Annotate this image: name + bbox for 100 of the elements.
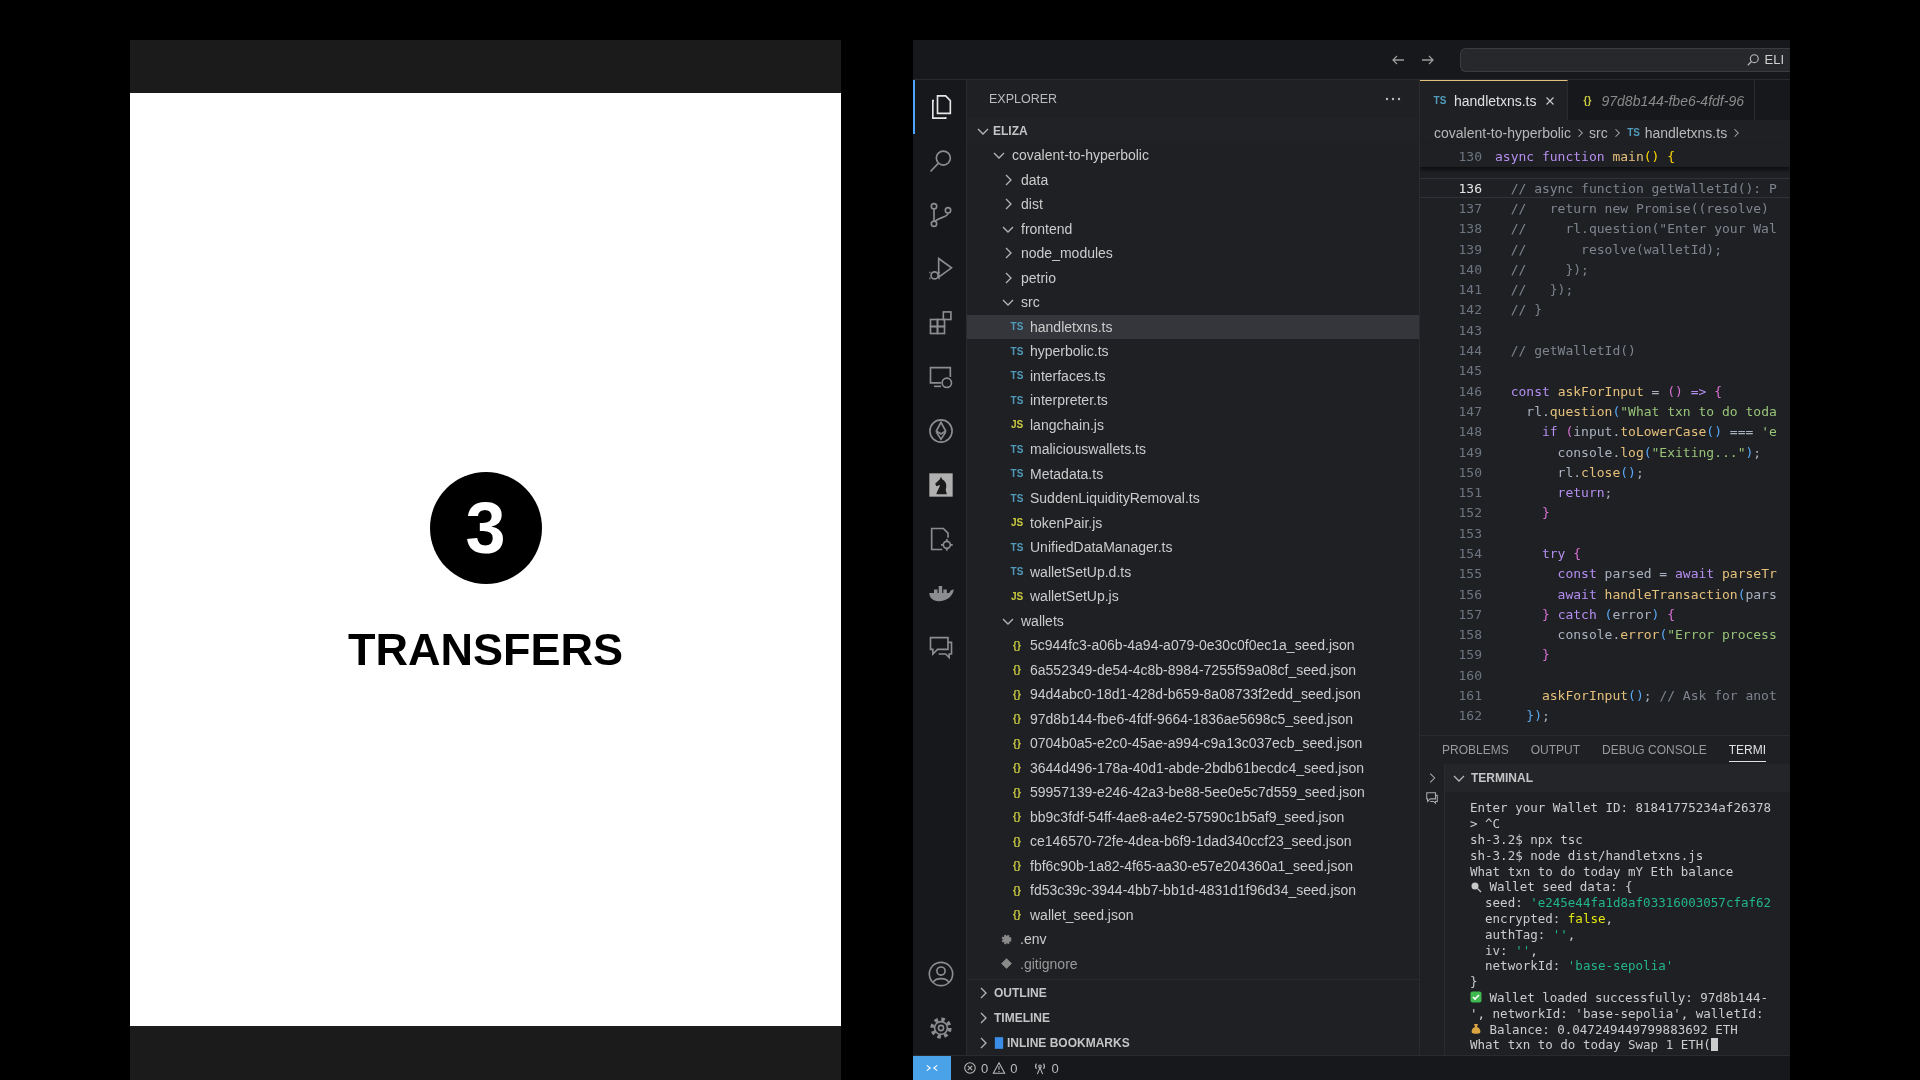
folder-item[interactable]: dist bbox=[967, 192, 1419, 217]
file-item[interactable]: TS interpreter.ts bbox=[967, 388, 1419, 413]
code-line: // }); bbox=[1509, 282, 1574, 298]
file-type-icon: {} bbox=[1009, 762, 1025, 774]
breadcrumb-item[interactable]: covalent-to-hyperbolic bbox=[1434, 124, 1571, 141]
terminal-line: Enter your Wallet ID: 81841775234af26378 bbox=[1470, 800, 1772, 816]
file-type-icon: {} bbox=[1009, 811, 1025, 823]
file-item[interactable]: {} 97d8b144-fbe6-4fdf-9664-1836ae5698c5_seed.json bbox=[967, 706, 1419, 731]
file-type-icon: {} bbox=[1009, 860, 1025, 872]
more-icon[interactable] bbox=[1385, 97, 1401, 101]
file-type-icon: TS bbox=[1009, 321, 1025, 333]
file-item[interactable]: {} 5c944fc3-a06b-4a94-a079-0e30c0f0ec1a_seed.json bbox=[967, 633, 1419, 658]
editor-tab[interactable]: TS handletxns.ts bbox=[1420, 80, 1568, 120]
diamond-circle-icon[interactable] bbox=[926, 417, 955, 445]
file-item[interactable]: {} 3644d496-178a-40d1-abde-2bdb61becdc4_seed.json bbox=[967, 755, 1419, 780]
file-item[interactable]: TS UnifiedDataManager.ts bbox=[967, 535, 1419, 560]
section-header[interactable]: INLINE BOOKMARKS bbox=[967, 1030, 1419, 1055]
file-item[interactable]: {} fd53c39c-3944-4bb7-bb1d-4831d1f96d34_seed.json bbox=[967, 878, 1419, 903]
file-type-icon: TS bbox=[1009, 468, 1025, 480]
search-field[interactable]: ELI bbox=[1460, 47, 1790, 72]
file-item[interactable]: TS hyperbolic.ts bbox=[967, 339, 1419, 364]
code-line: // resolve(walletId); bbox=[1509, 241, 1722, 257]
step-number: 3 bbox=[429, 472, 542, 584]
warning-count[interactable]: 0 bbox=[1010, 1060, 1018, 1076]
file-item[interactable]: {} 59957139-e246-42a3-be88-5ee0e5c7d559_seed.json bbox=[967, 780, 1419, 805]
file-item[interactable]: {} 94d4abc0-18d1-428d-b659-8a08733f2edd_seed.json bbox=[967, 682, 1419, 707]
folder-item[interactable]: src bbox=[967, 290, 1419, 315]
folder-item[interactable]: node_modules bbox=[967, 241, 1419, 266]
folder-item[interactable]: frontend bbox=[967, 216, 1419, 241]
folder-item[interactable]: wallets bbox=[967, 608, 1419, 633]
section-header[interactable]: TIMELINE bbox=[967, 1005, 1419, 1030]
error-icon[interactable] bbox=[963, 1061, 977, 1075]
file-type-icon: TS bbox=[1009, 492, 1025, 504]
breadcrumb-item[interactable]: src bbox=[1588, 124, 1608, 141]
terminal-line: ', networkId: 'base-sepolia', walletId: bbox=[1470, 1005, 1764, 1021]
terminal-line: What txn to do today Swap 1 ETH( bbox=[1470, 1037, 1711, 1053]
file-item[interactable]: {} bb9c3fdf-54ff-4ae8-a4e2-57590c1b5af9_seed.json bbox=[967, 804, 1419, 829]
line-number: 153 bbox=[1457, 525, 1483, 541]
antenna-icon[interactable] bbox=[1033, 1061, 1048, 1075]
file-item[interactable]: {} 6a552349-de54-4c8b-8984-7255f59a08cf_seed.json bbox=[967, 657, 1419, 682]
explorer-title: EXPLORER bbox=[989, 92, 1058, 106]
breadcrumb-item[interactable]: handletxns.ts bbox=[1644, 124, 1728, 141]
gear-icon bbox=[1000, 932, 1013, 946]
file-type-icon: TS bbox=[1009, 541, 1025, 553]
panel-tab[interactable]: PROBLEMS bbox=[1442, 738, 1509, 762]
editor-tab[interactable]: {} 97d8b144-fbe6-4fdf-96 bbox=[1567, 80, 1755, 120]
section-header[interactable]: OUTLINE bbox=[967, 980, 1419, 1005]
file-type-icon: TS bbox=[1009, 566, 1025, 578]
account-icon[interactable] bbox=[926, 960, 955, 988]
file-type-icon: TS bbox=[1009, 394, 1025, 406]
file-item[interactable]: .env bbox=[967, 927, 1419, 952]
panel-tab[interactable]: DEBUG CONSOLE bbox=[1602, 738, 1707, 762]
code-line: await handleTransaction(pars bbox=[1556, 586, 1777, 602]
code-line: // }); bbox=[1509, 261, 1589, 277]
folder-item[interactable]: petrio bbox=[967, 265, 1419, 290]
line-number: 150 bbox=[1457, 464, 1483, 480]
terminal-header[interactable]: TERMINAL bbox=[1445, 764, 1790, 792]
file-item[interactable]: JS langchain.js bbox=[967, 412, 1419, 437]
folder-item[interactable]: data bbox=[967, 167, 1419, 192]
file-item[interactable]: TS maliciouswallets.ts bbox=[967, 437, 1419, 462]
panel-tab[interactable]: OUTPUT bbox=[1530, 738, 1581, 762]
code-line: const parsed = await parseTr bbox=[1556, 566, 1777, 582]
file-item[interactable]: TS Metadata.ts bbox=[967, 461, 1419, 486]
line-number: 161 bbox=[1457, 688, 1483, 704]
code-line: }); bbox=[1525, 708, 1550, 724]
terminal-line: } bbox=[1470, 974, 1478, 990]
chat-icon[interactable] bbox=[1425, 791, 1439, 805]
file-type-icon: JS bbox=[1009, 517, 1025, 529]
file-type-icon: {} bbox=[1009, 639, 1025, 651]
file-item[interactable]: {} wallet_seed.json bbox=[967, 902, 1419, 927]
line-number: 157 bbox=[1457, 606, 1483, 622]
file-item[interactable]: .gitignore bbox=[967, 951, 1419, 976]
line-number: 142 bbox=[1457, 302, 1483, 318]
line-number: 139 bbox=[1457, 241, 1483, 257]
warning-icon[interactable] bbox=[992, 1061, 1007, 1075]
folder-item[interactable]: covalent-to-hyperbolic bbox=[967, 143, 1419, 168]
file-item[interactable]: JS walletSetUp.js bbox=[967, 584, 1419, 609]
file-item[interactable]: {} 0704b0a5-e2c0-45ae-a994-c9a13c037ecb_seed.json bbox=[967, 731, 1419, 756]
terminal-line: iv: '', bbox=[1484, 942, 1538, 958]
file-item[interactable]: TS interfaces.ts bbox=[967, 363, 1419, 388]
panel-tab[interactable]: TERMI bbox=[1728, 738, 1767, 762]
error-count[interactable]: 0 bbox=[981, 1060, 989, 1076]
file-item[interactable]: TS handletxns.ts bbox=[967, 314, 1419, 339]
search-icon bbox=[1746, 52, 1761, 67]
ports-count[interactable]: 0 bbox=[1051, 1060, 1059, 1076]
magnifier-icon bbox=[1470, 880, 1482, 893]
file-item[interactable]: {} ce146570-72fe-4dea-b6f9-1dad340ccf23_seed.json bbox=[967, 829, 1419, 854]
file-type-icon: {} bbox=[1009, 664, 1025, 676]
file-item[interactable]: JS tokenPair.js bbox=[967, 510, 1419, 535]
file-type-icon: {} bbox=[1009, 835, 1025, 847]
chess-knight-icon[interactable] bbox=[926, 471, 955, 499]
code-line: const askForInput = () => { bbox=[1509, 383, 1722, 399]
diamond-icon bbox=[1000, 957, 1013, 971]
file-item[interactable]: TS SuddenLiquidityRemoval.ts bbox=[967, 486, 1419, 511]
code-line: return; bbox=[1556, 485, 1613, 501]
file-item[interactable]: TS walletSetUp.d.ts bbox=[967, 559, 1419, 584]
play-bug-icon[interactable] bbox=[926, 255, 955, 283]
check-icon bbox=[1470, 991, 1482, 1004]
terminal-line: sh-3.2$ node dist/handletxns.js bbox=[1470, 847, 1704, 863]
file-item[interactable]: {} fbf6c90b-1a82-4f65-aa30-e57e204360a1_seed.json bbox=[967, 853, 1419, 878]
